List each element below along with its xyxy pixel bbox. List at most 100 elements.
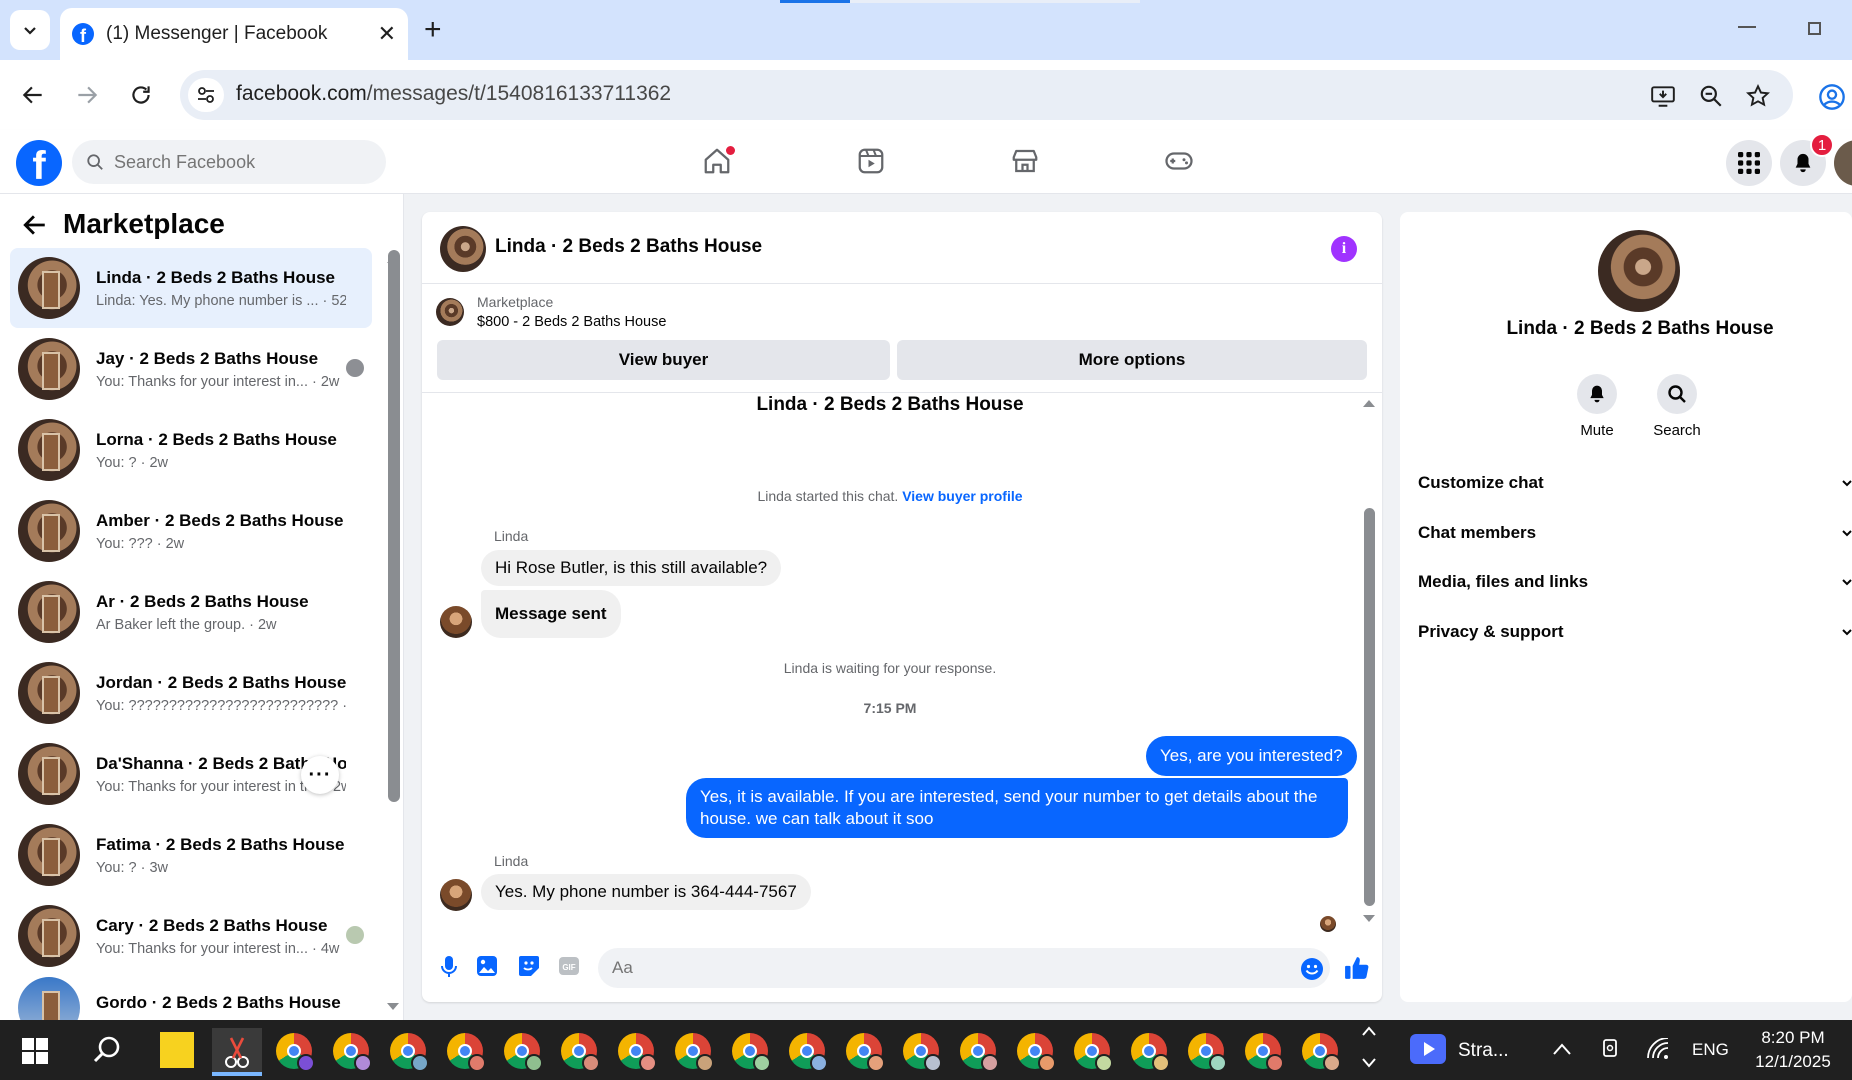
facebook-search-input[interactable]: [114, 151, 354, 173]
zoom-button[interactable]: [1698, 83, 1724, 109]
forward-button[interactable]: [74, 82, 100, 108]
info-icon[interactable]: i: [1331, 236, 1357, 262]
restore-window-button[interactable]: [1808, 22, 1821, 35]
back-button[interactable]: [20, 82, 46, 108]
camera-status[interactable]: [1600, 1038, 1622, 1060]
sidebar-scrollbar[interactable]: [388, 250, 400, 802]
chat-scroll-down-arrow[interactable]: [1362, 914, 1376, 924]
taskbar-search-button[interactable]: [92, 1034, 124, 1066]
chrome-profile-icon[interactable]: [903, 1033, 942, 1072]
stream-app-icon[interactable]: [1410, 1034, 1446, 1064]
chrome-profile-icon[interactable]: [960, 1033, 999, 1072]
install-app-button[interactable]: [1650, 83, 1676, 109]
start-button[interactable]: [22, 1038, 48, 1064]
view-buyer-profile-link[interactable]: View buyer profile: [902, 488, 1022, 504]
chrome-profile-icon[interactable]: [789, 1033, 828, 1072]
chrome-profile-icon[interactable]: [1188, 1033, 1227, 1072]
mute-button[interactable]: Mute: [1557, 374, 1637, 439]
incoming-message[interactable]: Message sent: [481, 590, 621, 638]
emoji-button[interactable]: [1300, 957, 1324, 981]
chrome-profile-icon[interactable]: [846, 1033, 885, 1072]
details-avatar[interactable]: [1598, 230, 1680, 312]
chrome-profile-icon[interactable]: [1302, 1033, 1341, 1072]
incoming-message[interactable]: Yes. My phone number is 364-444-7567: [481, 874, 811, 910]
facebook-logo[interactable]: f: [16, 140, 62, 186]
facebook-search[interactable]: [72, 140, 386, 184]
site-info-button[interactable]: [188, 78, 224, 112]
listing-title[interactable]: $800 - 2 Beds 2 Baths House: [477, 314, 666, 330]
bookmark-button[interactable]: [1745, 83, 1771, 109]
outgoing-message[interactable]: Yes, it is available. If you are interes…: [686, 778, 1348, 838]
privacy-support-row[interactable]: Privacy & support: [1418, 622, 1564, 642]
new-tab-button[interactable]: +: [424, 14, 442, 46]
video-nav[interactable]: [856, 146, 886, 176]
chat-scroll-up-arrow[interactable]: [1362, 398, 1376, 408]
gif-button[interactable]: GIF: [558, 955, 580, 977]
chat-started-notice: Linda started this chat. View buyer prof…: [422, 488, 1358, 504]
show-hidden-icons[interactable]: [1552, 1042, 1572, 1056]
customize-chat-row[interactable]: Customize chat: [1418, 473, 1544, 493]
taskbar-page-up[interactable]: [1362, 1026, 1376, 1036]
chrome-profile-icon[interactable]: [1074, 1033, 1113, 1072]
tab-search-button[interactable]: [10, 10, 50, 50]
back-to-chats-button[interactable]: [22, 212, 48, 238]
send-like-button[interactable]: [1344, 955, 1370, 981]
conversation-item[interactable]: Amber · 2 Beds 2 Baths House You: ??? · 2…: [10, 491, 372, 571]
scroll-down-arrow[interactable]: [386, 1002, 400, 1012]
reload-button[interactable]: [128, 82, 154, 108]
conversation-item[interactable]: Jordan · 2 Beds 2 Baths House You: ??????…: [10, 653, 372, 733]
view-buyer-button[interactable]: View buyer: [437, 340, 890, 380]
conversation-more-button[interactable]: ···: [301, 756, 339, 794]
chrome-profile-icon[interactable]: [276, 1033, 315, 1072]
search-circle[interactable]: [1657, 374, 1697, 414]
chrome-profile-icon[interactable]: [333, 1033, 372, 1072]
chat-members-row[interactable]: Chat members: [1418, 523, 1536, 543]
search-in-chat-button[interactable]: Search: [1637, 374, 1717, 439]
browser-tab-messenger[interactable]: f (1) Messenger | Facebook ✕: [60, 8, 408, 60]
conversation-item[interactable]: Jay · 2 Beds 2 Baths House You: Thanks fo…: [10, 329, 372, 409]
menu-button[interactable]: [1726, 140, 1772, 186]
marketplace-nav[interactable]: [1010, 146, 1040, 176]
more-options-button[interactable]: More options: [897, 340, 1367, 380]
conversation-item[interactable]: Ar · 2 Beds 2 Baths House Ar Baker left t…: [10, 572, 372, 652]
conversation-item[interactable]: Cary · 2 Beds 2 Baths House You: Thanks f…: [10, 896, 372, 976]
stream-app-label[interactable]: Stra...: [1458, 1040, 1509, 1062]
chrome-profile-icon[interactable]: [1131, 1033, 1170, 1072]
chrome-profile-icon[interactable]: [675, 1033, 714, 1072]
chrome-profile-icon[interactable]: [447, 1033, 486, 1072]
minimize-window-button[interactable]: [1738, 26, 1756, 28]
conversation-item[interactable]: Linda · 2 Beds 2 Baths House Linda: Yes. …: [10, 248, 372, 328]
incoming-message[interactable]: Hi Rose Butler, is this still available?: [481, 550, 782, 586]
snipping-tool-app[interactable]: [212, 1028, 262, 1076]
chrome-profile-icon[interactable]: [618, 1033, 657, 1072]
chat-avatar[interactable]: [440, 226, 486, 272]
chrome-profile-icon[interactable]: [1017, 1033, 1056, 1072]
voice-clip-button[interactable]: [438, 955, 460, 979]
chrome-profile-icon[interactable]: [504, 1033, 543, 1072]
taskbar-clock[interactable]: 8:20 PM 12/1/2025: [1734, 1026, 1852, 1074]
chat-title[interactable]: Linda · 2 Beds 2 Baths House: [495, 236, 762, 258]
sticky-notes-app[interactable]: [160, 1032, 194, 1068]
close-tab-icon[interactable]: ✕: [378, 21, 396, 47]
conversation-item[interactable]: Lorna · 2 Beds 2 Baths House You: ? · 2w: [10, 410, 372, 490]
chat-scrollbar[interactable]: [1364, 508, 1375, 906]
gaming-nav[interactable]: [1164, 146, 1194, 176]
taskbar-page-down[interactable]: [1362, 1058, 1376, 1068]
outgoing-message[interactable]: Yes, are you interested?: [1146, 736, 1357, 776]
message-input-box[interactable]: [598, 948, 1330, 988]
chrome-profile-icon[interactable]: [390, 1033, 429, 1072]
url-text[interactable]: facebook.com/messages/t/1540816133711362: [236, 82, 671, 106]
message-input[interactable]: [612, 958, 1252, 978]
wifi-status[interactable]: [1646, 1038, 1670, 1060]
chrome-profile-icon[interactable]: [561, 1033, 600, 1072]
attach-photo-button[interactable]: [476, 955, 498, 977]
conversation-item[interactable]: Gordo · 2 Beds 2 Baths House: [10, 977, 372, 1020]
language-indicator[interactable]: ENG: [1692, 1040, 1729, 1060]
conversation-item[interactable]: Fatima · 2 Beds 2 Baths House You: ? · 3w: [10, 815, 372, 895]
chrome-profile-icon[interactable]: [732, 1033, 771, 1072]
profile-button[interactable]: [1818, 83, 1846, 111]
media-files-links-row[interactable]: Media, files and links: [1418, 572, 1588, 592]
sticker-button[interactable]: [518, 955, 540, 977]
chrome-profile-icon[interactable]: [1245, 1033, 1284, 1072]
mute-circle[interactable]: [1577, 374, 1617, 414]
